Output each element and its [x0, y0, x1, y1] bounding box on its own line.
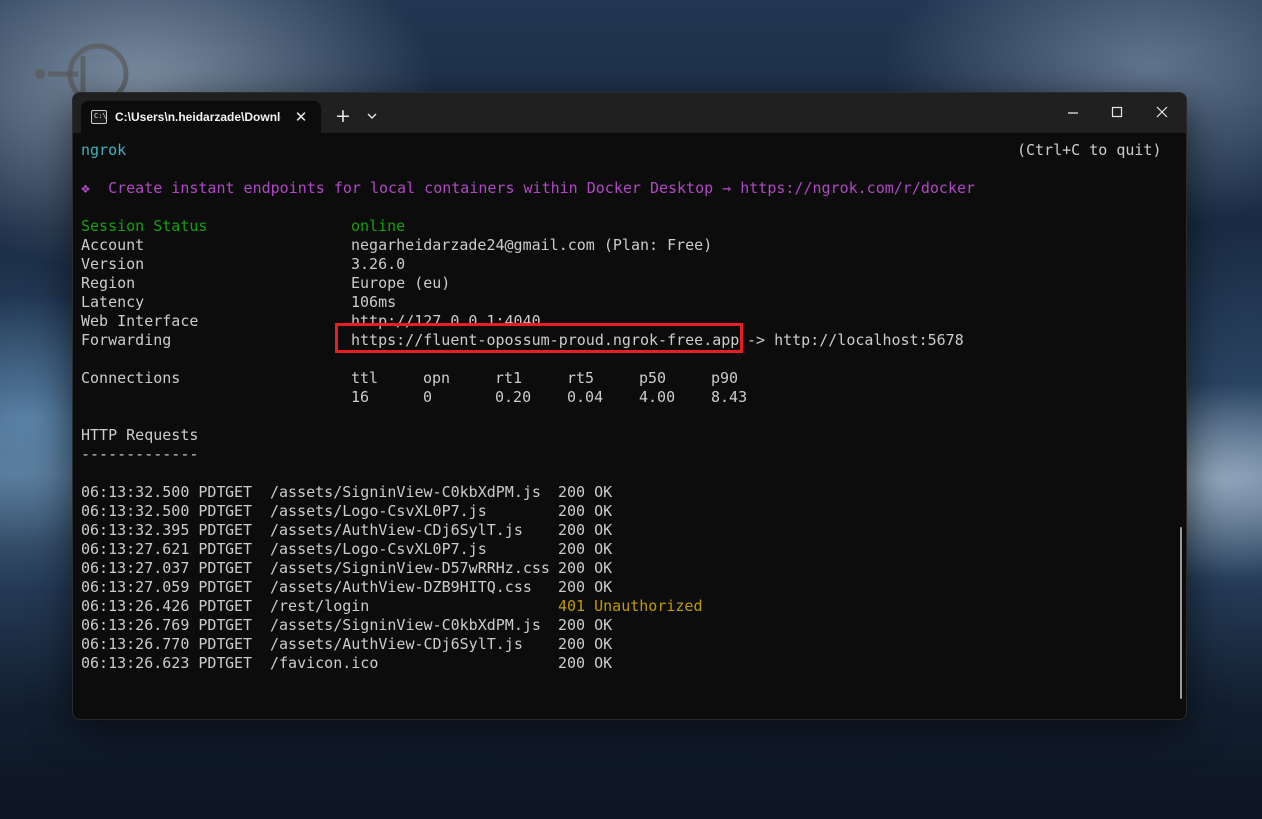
request-time: 06:13:26.623 PDT: [81, 654, 226, 672]
tab-close-icon[interactable]: ✕: [291, 107, 311, 127]
request-method: GET: [225, 483, 253, 501]
request-time: 06:13:26.769 PDT: [81, 616, 226, 634]
forwarding-target[interactable]: -> http://localhost:5678: [747, 331, 964, 350]
request-time: 06:13:27.621 PDT: [81, 540, 226, 558]
scrollbar[interactable]: [1180, 527, 1182, 699]
region-value: Europe (eu): [351, 274, 451, 292]
tab-dropdown-button[interactable]: [361, 101, 383, 131]
request-method: GET: [225, 654, 253, 672]
account-value: negarheidarzade24@gmail.com (Plan: Free): [351, 236, 713, 254]
quit-hint: (Ctrl+C to quit): [1017, 141, 1162, 159]
terminal-icon: C:\: [91, 110, 107, 124]
http-requests-underline: -------------: [81, 445, 199, 463]
latency-label: Latency: [81, 293, 145, 311]
version-label: Version: [81, 255, 145, 273]
request-time: 06:13:26.770 PDT: [81, 635, 226, 653]
close-icon: [1156, 106, 1168, 118]
request-path: /assets/AuthView-DZB9HITQ.css: [270, 578, 532, 596]
maximize-icon: [1111, 106, 1123, 118]
forwarding-label: Forwarding: [81, 331, 172, 349]
request-path: /rest/login: [270, 597, 370, 615]
chevron-down-icon: [367, 113, 377, 119]
request-status: 200 OK: [558, 559, 613, 577]
request-status: 401 Unauthorized: [558, 597, 703, 615]
request-time: 06:13:32.500 PDT: [81, 483, 226, 501]
request-method: GET: [225, 578, 253, 596]
request-status: 200 OK: [558, 521, 613, 539]
region-label: Region: [81, 274, 136, 292]
conn-header-p90: p90: [711, 369, 739, 387]
docker-banner[interactable]: ❖ Create instant endpoints for local con…: [81, 179, 975, 198]
minimize-icon: [1068, 112, 1078, 114]
request-status: 200 OK: [558, 502, 613, 520]
forwarding-highlight-box: [335, 323, 743, 353]
conn-header-opn: opn: [423, 369, 451, 387]
conn-header-p50: p50: [639, 369, 667, 387]
request-path: /assets/Logo-CsvXL0P7.js: [270, 502, 487, 520]
request-time: 06:13:32.395 PDT: [81, 521, 226, 539]
conn-header-rt5: rt5: [567, 369, 595, 387]
request-time: 06:13:26.426 PDT: [81, 597, 226, 615]
request-status: 200 OK: [558, 483, 613, 501]
conn-value-ttl: 16: [351, 388, 370, 406]
session-label: Session Status: [81, 217, 208, 235]
conn-value-p50: 4.00: [639, 388, 676, 406]
app-name: ngrok: [81, 141, 127, 159]
maximize-button[interactable]: [1094, 93, 1140, 133]
minimize-button[interactable]: [1050, 93, 1096, 133]
request-path: /assets/SigninView-C0kbXdPM.js: [270, 483, 541, 501]
request-time: 06:13:32.500 PDT: [81, 502, 226, 520]
http-requests-title: HTTP Requests: [81, 426, 199, 444]
request-method: GET: [225, 597, 253, 615]
terminal-window: C:\ C:\Users\n.heidarzade\Downloads ✕ +: [72, 92, 1187, 720]
request-path: /assets/SigninView-C0kbXdPM.js: [270, 616, 541, 634]
connections-label: Connections: [81, 369, 181, 387]
close-window-button[interactable]: [1139, 93, 1185, 133]
conn-value-rt5: 0.04: [567, 388, 604, 406]
tab-title: C:\Users\n.heidarzade\Downloads: [115, 110, 281, 124]
version-value: 3.26.0: [351, 255, 406, 273]
request-method: GET: [225, 559, 253, 577]
conn-header-rt1: rt1: [495, 369, 523, 387]
request-method: GET: [225, 521, 253, 539]
request-path: /assets/SigninView-D57wRRHz.css: [270, 559, 550, 577]
new-tab-button[interactable]: +: [329, 101, 357, 131]
conn-value-rt1: 0.20: [495, 388, 532, 406]
request-path: /assets/AuthView-CDj6SylT.js: [270, 521, 523, 539]
request-status: 200 OK: [558, 654, 613, 672]
request-status: 200 OK: [558, 616, 613, 634]
terminal-tab[interactable]: C:\ C:\Users\n.heidarzade\Downloads ✕: [81, 101, 321, 133]
request-path: /assets/AuthView-CDj6SylT.js: [270, 635, 523, 653]
latency-value: 106ms: [351, 293, 397, 311]
request-method: GET: [225, 616, 253, 634]
request-status: 200 OK: [558, 578, 613, 596]
request-path: /favicon.ico: [270, 654, 379, 672]
session-status-value: online: [351, 217, 406, 235]
conn-value-opn: 0: [423, 388, 433, 406]
conn-header-ttl: ttl: [351, 369, 379, 387]
request-method: GET: [225, 540, 253, 558]
web-interface-label: Web Interface: [81, 312, 199, 330]
terminal-output[interactable]: ngrok (Ctrl+C to quit) ❖ Create instant …: [81, 141, 1176, 711]
request-method: GET: [225, 502, 253, 520]
account-label: Account: [81, 236, 145, 254]
request-time: 06:13:27.059 PDT: [81, 578, 226, 596]
request-status: 200 OK: [558, 635, 613, 653]
request-path: /assets/Logo-CsvXL0P7.js: [270, 540, 487, 558]
request-status: 200 OK: [558, 540, 613, 558]
request-method: GET: [225, 635, 253, 653]
request-time: 06:13:27.037 PDT: [81, 559, 226, 577]
conn-value-p90: 8.43: [711, 388, 748, 406]
title-bar[interactable]: C:\ C:\Users\n.heidarzade\Downloads ✕ +: [73, 93, 1186, 133]
